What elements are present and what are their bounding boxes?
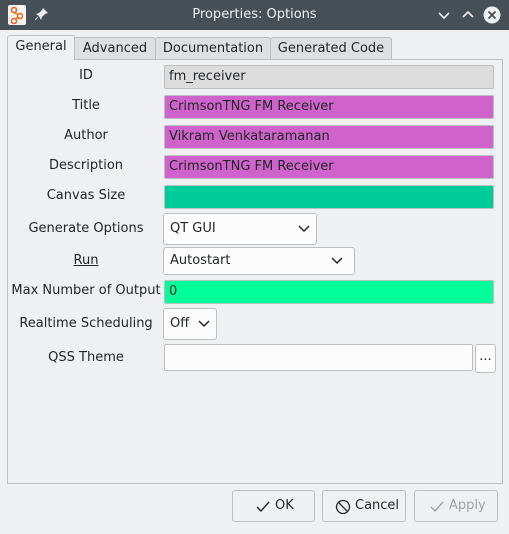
tab-bar: General Advanced Documentation Generated… [7, 35, 507, 60]
check-icon [256, 501, 270, 513]
close-icon[interactable] [483, 6, 501, 24]
canvas-size-label: Canvas Size [46, 188, 126, 203]
author-label: Author [64, 128, 108, 143]
chevron-down-icon [298, 225, 310, 233]
title-label: Title [72, 98, 100, 113]
ok-button[interactable]: OK [232, 490, 315, 522]
tab-advanced[interactable]: Advanced [74, 37, 156, 59]
run-value: Autostart [170, 253, 231, 268]
apply-button[interactable]: Apply [414, 490, 498, 522]
generate-options-select[interactable]: QT GUI [163, 213, 317, 245]
cancel-button[interactable]: Cancel [322, 490, 406, 522]
window-title: Properties: Options [192, 7, 317, 22]
description-field[interactable]: CrimsonTNG FM Receiver [164, 155, 494, 179]
ok-label: OK [275, 498, 294, 513]
qss-browse-button[interactable]: ... [475, 344, 496, 373]
tab-general[interactable]: General [7, 35, 75, 60]
cancel-icon [335, 499, 351, 515]
id-label: ID [79, 68, 93, 83]
id-field[interactable]: fm_receiver [164, 65, 494, 89]
author-field[interactable]: Vikram Venkataramanan [164, 125, 494, 149]
chevron-down-icon [198, 320, 210, 328]
check-icon [430, 501, 444, 513]
qss-theme-label: QSS Theme [48, 350, 124, 365]
generate-options-label: Generate Options [28, 221, 144, 236]
maximize-icon[interactable] [459, 6, 477, 24]
realtime-select[interactable]: Off [163, 308, 217, 340]
realtime-label: Realtime Scheduling [19, 316, 153, 331]
chevron-down-icon [331, 257, 343, 265]
tab-documentation[interactable]: Documentation [155, 37, 271, 59]
realtime-value: Off [170, 316, 190, 331]
description-label: Description [48, 158, 124, 173]
tab-generated-code[interactable]: Generated Code [270, 37, 392, 59]
max-outputs-field[interactable]: 0 [164, 280, 494, 304]
run-label: Run [73, 253, 99, 268]
canvas-size-field[interactable] [164, 185, 494, 209]
qss-theme-field[interactable] [164, 344, 473, 371]
general-panel: ID fm_receiver Title CrimsonTNG FM Recei… [7, 59, 503, 484]
properties-dialog: Properties: Options General Advanced Doc… [0, 0, 509, 534]
max-outputs-label: Max Number of Output [11, 283, 161, 298]
run-select[interactable]: Autostart [163, 247, 355, 275]
generate-options-value: QT GUI [170, 221, 216, 236]
cancel-label: Cancel [355, 498, 400, 513]
title-field[interactable]: CrimsonTNG FM Receiver [164, 95, 494, 119]
apply-label: Apply [449, 498, 486, 513]
title-bar[interactable]: Properties: Options [0, 0, 509, 30]
minimize-icon[interactable] [435, 6, 453, 24]
